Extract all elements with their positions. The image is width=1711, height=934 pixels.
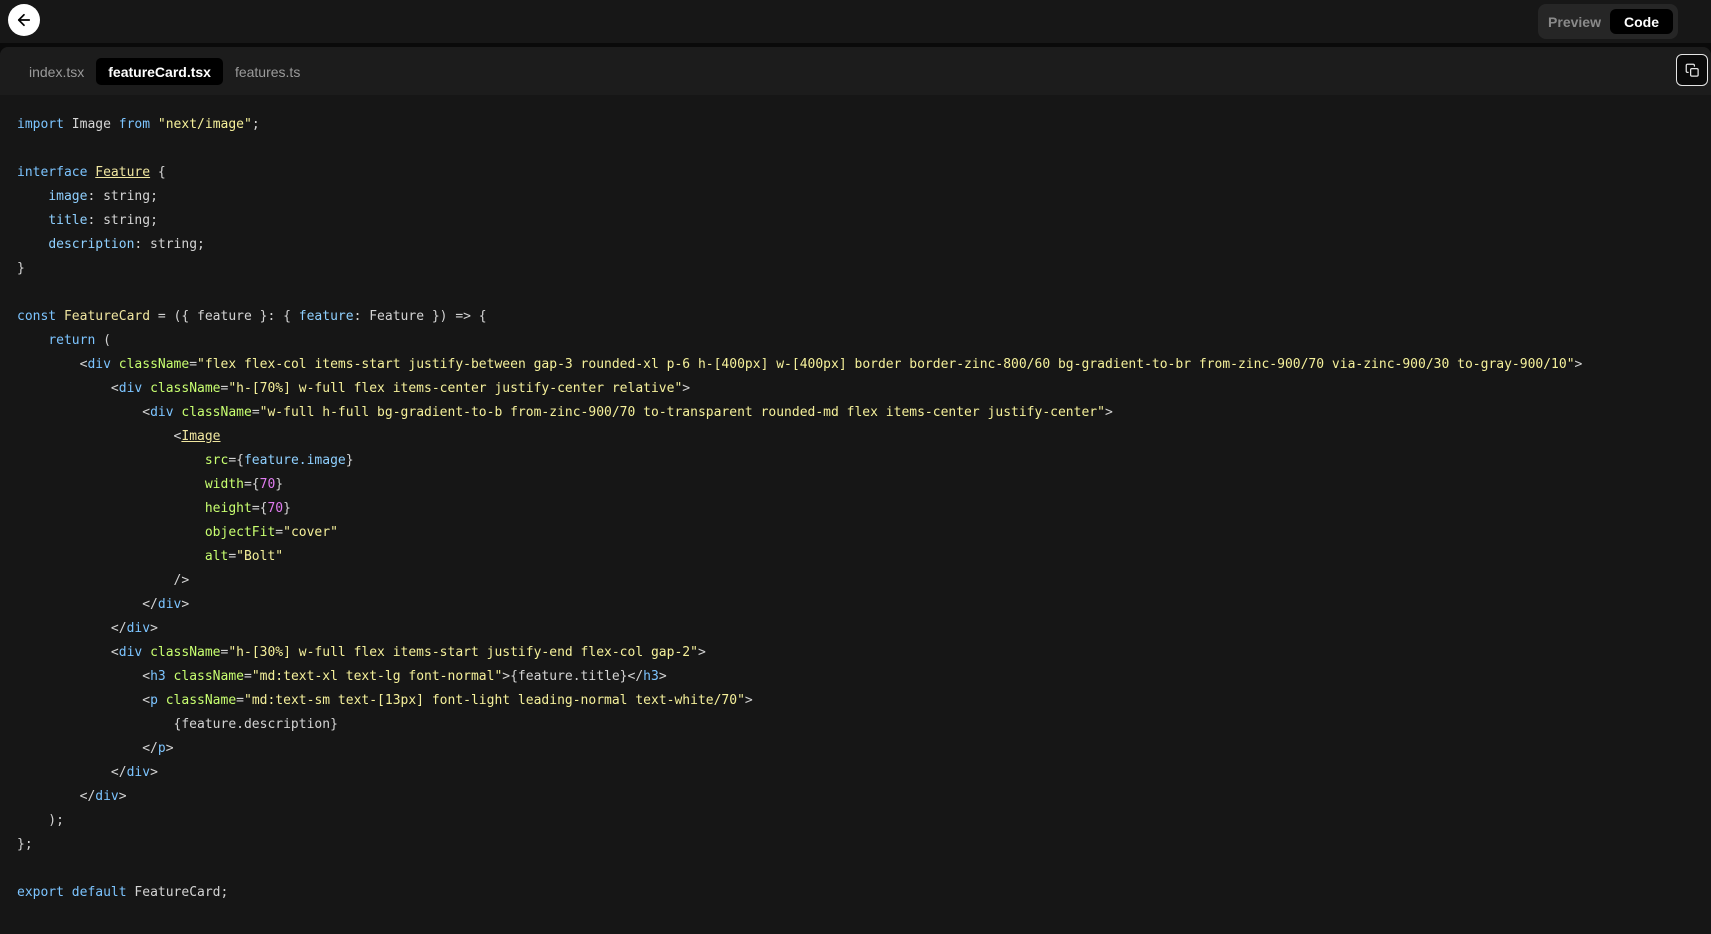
back-button[interactable] (8, 4, 40, 36)
arrow-left-icon (17, 13, 31, 27)
code-line: <Image (17, 429, 221, 444)
tab-featurecard-tsx[interactable]: featureCard.tsx (96, 58, 223, 85)
code-line: <p className="md:text-sm text-[13px] fon… (17, 693, 753, 708)
code-line: </div> (17, 789, 127, 804)
view-toggle: Preview Code (1538, 4, 1678, 39)
code-line: return ( (48, 333, 111, 348)
file-tabs: index.tsx featureCard.tsx features.ts (17, 58, 312, 85)
code-line: import Image from "next/image"; (17, 117, 260, 132)
copy-icon (1685, 63, 1699, 77)
code-line: </div> (17, 621, 158, 636)
tab-index-tsx[interactable]: index.tsx (17, 58, 96, 85)
code-line: <h3 className="md:text-xl text-lg font-n… (17, 669, 667, 684)
code-line: } (17, 261, 25, 276)
top-bar: Preview Code (0, 0, 1711, 43)
code-line: <div className="h-[30%] w-full flex item… (17, 645, 706, 660)
code-line: </div> (17, 765, 158, 780)
code-line: ); (17, 813, 64, 828)
code-line: description: string; (48, 237, 205, 252)
code-line: interface Feature { (17, 165, 166, 180)
copy-code-button[interactable] (1676, 54, 1708, 86)
code-line: alt="Bolt" (204, 549, 284, 564)
code-block[interactable]: import Image from "next/image"; interfac… (17, 113, 1582, 905)
code-line: image: string; (48, 189, 158, 204)
code-line: </p> (17, 741, 174, 756)
code-line: <div className="flex flex-col items-star… (17, 357, 1583, 372)
code-line: height={70} (204, 501, 291, 516)
code-line: </div> (17, 597, 190, 612)
code-line: title: string; (48, 213, 158, 228)
preview-toggle-button[interactable]: Preview (1543, 9, 1606, 34)
code-line: <div className="w-full h-full bg-gradien… (17, 405, 1113, 420)
code-line: width={70} (204, 477, 284, 492)
code-line: const FeatureCard = ({ feature }: { feat… (17, 309, 487, 324)
code-line: }; (17, 837, 33, 852)
code-line: export default FeatureCard; (17, 885, 229, 900)
tab-features-ts[interactable]: features.ts (223, 58, 312, 85)
file-tab-bar: index.tsx featureCard.tsx features.ts (0, 47, 1711, 95)
code-toggle-button[interactable]: Code (1610, 9, 1673, 34)
code-editor: index.tsx featureCard.tsx features.ts im… (0, 47, 1711, 934)
code-line: {feature.description} (17, 717, 338, 732)
code-line: src={feature.image} (204, 453, 354, 468)
code-line: <div className="h-[70%] w-full flex item… (17, 381, 691, 396)
code-line: /> (17, 573, 190, 588)
code-line: objectFit="cover" (204, 525, 338, 540)
